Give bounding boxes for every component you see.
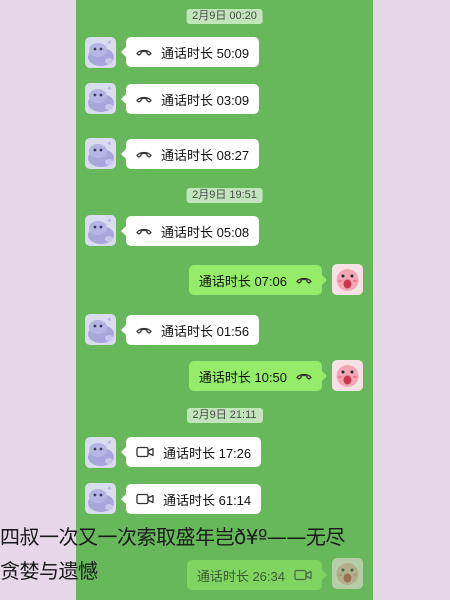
user-avatar[interactable] <box>332 264 363 295</box>
call-record-bubble[interactable]: 通话时长 03:09 <box>120 84 260 114</box>
call-record-bubble[interactable]: 通话时长 08:27 <box>120 139 260 169</box>
phone-icon <box>136 94 152 104</box>
call-record-bubble[interactable]: 通话时长 07:06 <box>188 265 328 295</box>
contact-avatar[interactable] <box>85 314 116 345</box>
contact-avatar[interactable] <box>85 138 116 169</box>
contact-avatar[interactable] <box>85 37 116 68</box>
call-duration: 通话时长 05:08 <box>161 224 250 240</box>
phone-icon <box>296 371 312 381</box>
call-duration: 通话时长 01:56 <box>161 323 250 339</box>
call-duration: 通话时长 10:50 <box>198 369 287 385</box>
phone-icon <box>136 47 152 57</box>
call-record-bubble[interactable]: 通话时长 17:26 <box>120 437 262 467</box>
call-duration: 通话时长 03:09 <box>161 92 250 108</box>
caption-line: 贪婪与遗憾 <box>0 559 98 583</box>
call-record-bubble[interactable]: 通话时长 61:14 <box>120 484 262 514</box>
timestamp: 2月9日 21:11 <box>186 408 263 423</box>
timestamp: 2月9日 00:20 <box>186 9 263 24</box>
contact-avatar[interactable] <box>85 483 116 514</box>
phone-icon <box>296 275 312 285</box>
contact-avatar[interactable] <box>85 83 116 114</box>
call-duration: 通话时长 50:09 <box>161 45 250 61</box>
call-record-bubble[interactable]: 通话时长 50:09 <box>120 37 260 67</box>
phone-icon <box>136 325 152 335</box>
call-duration: 通话时长 61:14 <box>163 492 252 508</box>
phone-icon <box>136 149 152 159</box>
call-record-bubble[interactable]: 通话时长 01:56 <box>120 315 260 345</box>
overlay-caption: 四叔一次又一次索取盛年岂ð¥º——无尽 贪婪与遗憾 <box>0 520 450 588</box>
video-icon <box>136 493 154 505</box>
chat-area: 2月9日 00:20 通话时长 50:09 通话时长 03:09 通话时长 08… <box>76 0 373 600</box>
phone-icon <box>136 226 152 236</box>
call-record-bubble[interactable]: 通话时长 05:08 <box>120 216 260 246</box>
contact-avatar[interactable] <box>85 437 116 468</box>
call-duration: 通话时长 08:27 <box>161 147 250 163</box>
call-duration: 通话时长 07:06 <box>198 273 287 289</box>
user-avatar[interactable] <box>332 360 363 391</box>
caption-line: 四叔一次又一次索取盛年岂ð¥º——无尽 <box>0 525 345 549</box>
call-record-bubble[interactable]: 通话时长 10:50 <box>188 361 328 391</box>
call-duration: 通话时长 17:26 <box>163 445 252 461</box>
contact-avatar[interactable] <box>85 215 116 246</box>
timestamp: 2月9日 19:51 <box>186 188 263 203</box>
video-icon <box>136 446 154 458</box>
